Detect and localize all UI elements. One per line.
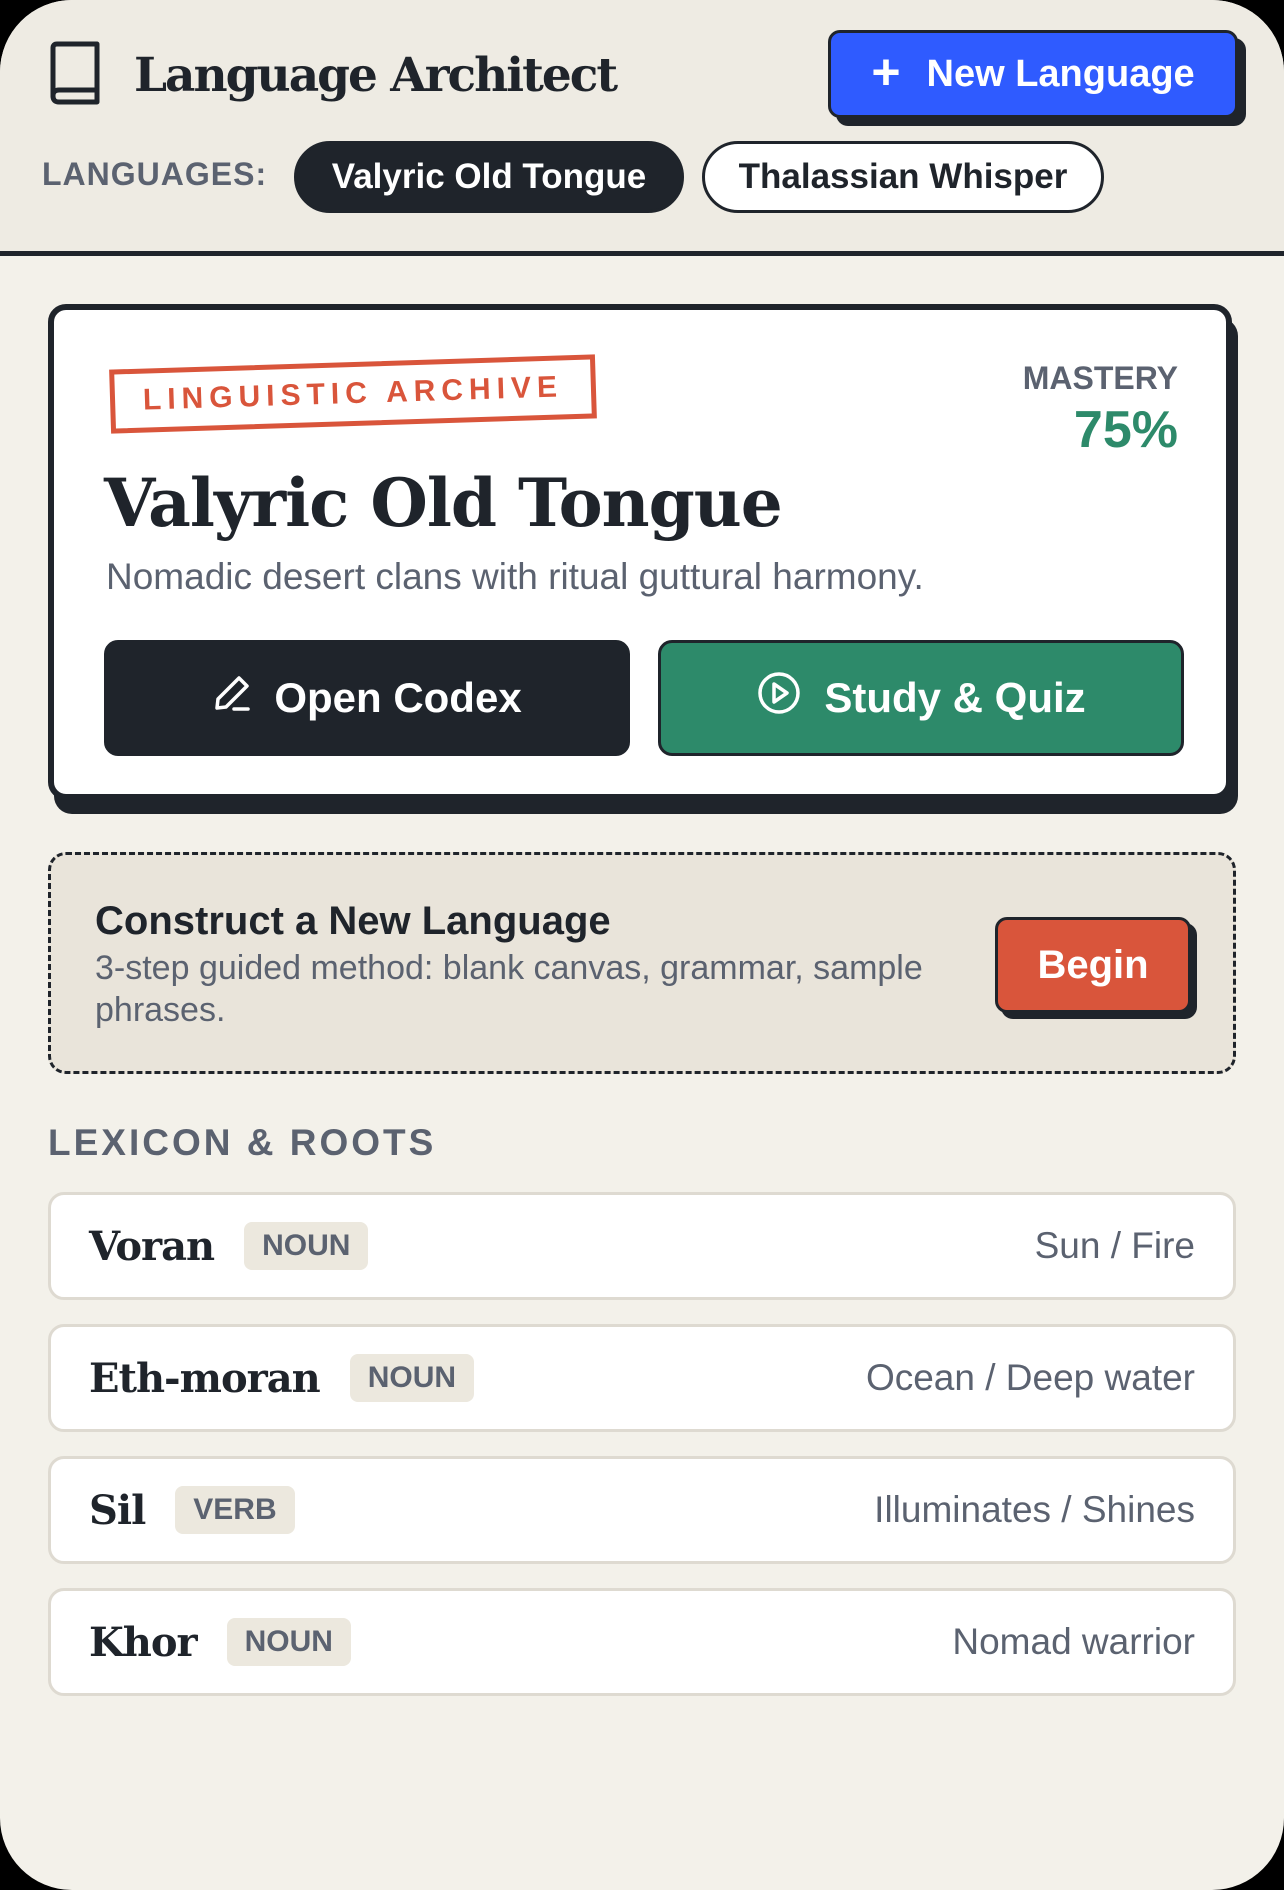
lexicon-word: Eth-moran xyxy=(89,1354,321,1402)
lexicon-meaning: Ocean / Deep water xyxy=(865,1357,1195,1398)
app-screen: Language Architect + New Language LANGUA… xyxy=(0,0,1284,1890)
languages-label: LANGUAGES: xyxy=(42,156,268,192)
lexicon-heading: LEXICON & ROOTS xyxy=(48,1122,437,1163)
language-title: Valyric Old Tongue xyxy=(104,464,783,542)
open-codex-label: Open Codex xyxy=(274,674,522,721)
begin-button[interactable]: Begin xyxy=(995,917,1191,1013)
lexicon-meaning: Nomad warrior xyxy=(952,1621,1195,1662)
part-of-speech-badge: NOUN xyxy=(226,1618,351,1666)
language-archive-card: LINGUISTIC ARCHIVE MASTERY 75% Valyric O… xyxy=(48,304,1232,800)
new-language-button[interactable]: + New Language xyxy=(828,30,1238,118)
app-header: Language Architect + New Language LANGUA… xyxy=(0,0,1284,256)
lexicon-word: Voran xyxy=(89,1222,215,1270)
construct-description: 3-step guided method: blank canvas, gram… xyxy=(95,949,923,1029)
lexicon-entry[interactable]: Voran NOUN Sun / Fire xyxy=(48,1192,1236,1300)
construct-title: Construct a New Language xyxy=(95,899,611,943)
mastery-value: 75% xyxy=(1073,401,1178,459)
study-quiz-label: Study & Quiz xyxy=(824,674,1086,721)
book-icon xyxy=(48,40,102,111)
brand: Language Architect xyxy=(48,40,618,111)
part-of-speech-badge: VERB xyxy=(175,1486,295,1534)
lexicon-word: Khor xyxy=(89,1618,198,1666)
open-codex-button[interactable]: Open Codex xyxy=(104,640,630,756)
study-quiz-button[interactable]: Study & Quiz xyxy=(658,640,1184,756)
lexicon-meaning: Illuminates / Shines xyxy=(874,1489,1195,1530)
lexicon-meaning: Sun / Fire xyxy=(1034,1225,1195,1266)
part-of-speech-badge: NOUN xyxy=(244,1222,369,1270)
play-circle-icon xyxy=(756,670,824,726)
mastery-label: MASTERY xyxy=(1022,360,1178,396)
construct-language-panel: Construct a New Language 3-step guided m… xyxy=(48,852,1236,1074)
new-language-label: New Language xyxy=(926,52,1195,95)
archive-stamp: LINGUISTIC ARCHIVE xyxy=(109,354,597,434)
language-chip-thalassian[interactable]: Thalassian Whisper xyxy=(702,141,1104,213)
lexicon-entry[interactable]: Eth-moran NOUN Ocean / Deep water xyxy=(48,1324,1236,1432)
lexicon-entry[interactable]: Sil VERB Illuminates / Shines xyxy=(48,1456,1236,1564)
part-of-speech-badge: NOUN xyxy=(349,1354,475,1402)
language-chip-valyric[interactable]: Valyric Old Tongue xyxy=(294,141,684,213)
app-title: Language Architect xyxy=(134,47,618,103)
lexicon-entry[interactable]: Khor NOUN Nomad warrior xyxy=(48,1588,1236,1696)
lexicon-word: Sil xyxy=(89,1486,146,1534)
pencil-icon xyxy=(212,673,274,723)
language-description: Nomadic desert clans with ritual guttura… xyxy=(106,556,924,597)
plus-icon: + xyxy=(871,44,901,100)
